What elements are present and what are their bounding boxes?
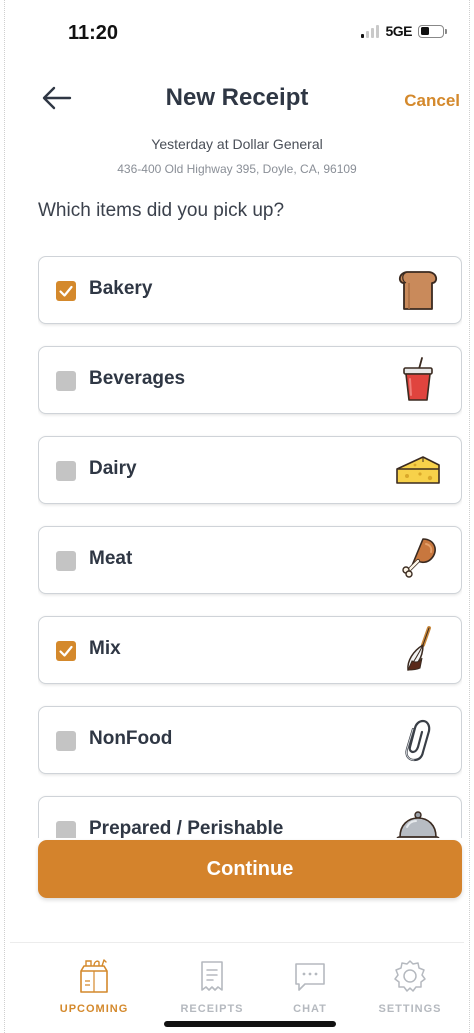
check-icon [59,645,73,657]
checkbox-bakery[interactable] [56,281,76,301]
status-indicators: 5GE [361,23,447,39]
bread-icon [398,271,438,310]
category-list[interactable]: Bakery Beverages Dairy Meat Mix NonFood … [38,256,462,838]
gear-icon [394,960,426,992]
status-bar: 11:20 5GE [0,0,474,60]
frame-edge-left [4,0,5,1033]
category-label: Mix [89,638,121,659]
cheese-icon [396,456,440,484]
category-item-meat[interactable]: Meat [38,526,462,594]
checkbox-prepared-perishable[interactable] [56,821,76,838]
paperclip-icon [405,719,431,762]
nav-tab-settings[interactable]: SETTINGS [360,957,460,1015]
bottom-nav: UPCOMING RECEIPTS CHAT SETTINGS [10,942,464,1022]
question-heading: Which items did you pick up? [38,200,285,221]
receipt-icon [201,961,223,991]
drink-cup-icon [403,357,433,401]
nav-label: SETTINGS [378,1003,442,1015]
drumstick-icon [402,538,436,578]
nav-tab-receipts[interactable]: RECEIPTS [162,957,262,1015]
category-item-prepared-perishable[interactable]: Prepared / Perishable [38,796,462,838]
checkbox-nonfood[interactable] [56,731,76,751]
cancel-button[interactable]: Cancel [404,91,460,111]
battery-icon [418,24,447,38]
nav-label: UPCOMING [59,1003,129,1015]
checkbox-meat[interactable] [56,551,76,571]
nav-tab-chat[interactable]: CHAT [260,957,360,1015]
category-label: NonFood [89,728,173,749]
category-label: Bakery [89,278,153,299]
category-label: Prepared / Perishable [89,818,284,838]
checkbox-mix[interactable] [56,641,76,661]
nav-label: RECEIPTS [180,1003,244,1015]
chat-icon [295,963,325,991]
category-item-beverages[interactable]: Beverages [38,346,462,414]
nav-label: CHAT [293,1003,327,1015]
frame-edge-right [469,0,470,1033]
checkbox-dairy[interactable] [56,461,76,481]
whisk-icon [407,626,431,671]
store-address: 436-400 Old Highway 395, Doyle, CA, 9610… [117,162,357,176]
grocery-bag-icon [80,959,108,993]
checkbox-beverages[interactable] [56,371,76,391]
category-item-dairy[interactable]: Dairy [38,436,462,504]
header: New Receipt Cancel [0,78,474,122]
check-icon [59,285,73,297]
network-type: 5GE [385,23,412,39]
receipt-date-store: Yesterday at Dollar General [151,136,323,152]
category-item-bakery[interactable]: Bakery [38,256,462,324]
signal-icon [361,24,380,38]
page-title: New Receipt [165,84,309,111]
category-label: Dairy [89,458,137,479]
cloche-icon [396,811,440,838]
status-time: 11:20 [68,22,119,44]
category-item-nonfood[interactable]: NonFood [38,706,462,774]
category-label: Beverages [89,368,186,389]
continue-button[interactable]: Continue [38,840,462,898]
category-item-mix[interactable]: Mix [38,616,462,684]
nav-tab-upcoming[interactable]: UPCOMING [44,957,144,1015]
category-label: Meat [89,548,133,569]
home-indicator [164,1021,336,1027]
